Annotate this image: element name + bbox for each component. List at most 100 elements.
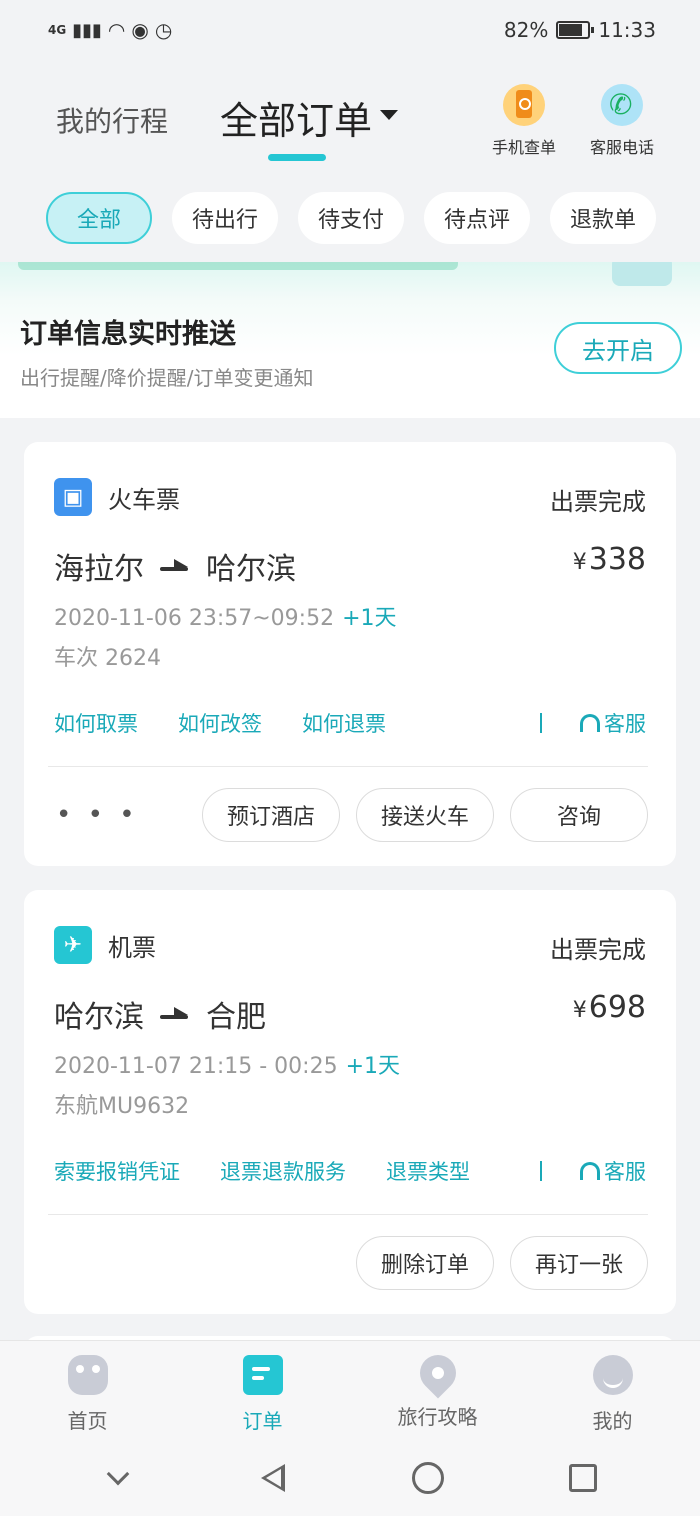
arrow-right-icon — [160, 559, 190, 573]
home-circle-icon — [411, 1462, 444, 1494]
recents-button[interactable] — [563, 1458, 603, 1498]
status-right: 82% 11:33 — [504, 18, 656, 42]
order-card-train[interactable]: ▣ 火车票 出票完成 海拉尔 哈尔滨 ¥338 2020-11-06 23:57… — [24, 442, 676, 866]
bottom-tab-bar: 首页 订单 旅行攻略 我的 — [0, 1340, 700, 1440]
order-icon — [242, 1355, 283, 1395]
recents-square-icon — [568, 1464, 597, 1492]
banner-decoration — [18, 262, 458, 270]
order-status: 出票完成 — [550, 936, 646, 964]
link-how-to-change[interactable]: 如何改签 — [178, 708, 262, 738]
consult-button[interactable]: 咨询 — [510, 788, 648, 842]
book-hotel-button[interactable]: 预订酒店 — [202, 788, 340, 842]
status-left: 4G ▮▮▮ ◠ ◉ ◷ — [48, 18, 172, 42]
currency-symbol: ¥ — [572, 998, 587, 1023]
order-price: ¥698 — [573, 990, 646, 1025]
train-icon: ▣ — [54, 478, 92, 516]
order-type: ▣ 火车票 — [54, 478, 180, 516]
eye-icon: ◉ — [131, 18, 149, 42]
home-button[interactable] — [408, 1458, 448, 1498]
phone-search-icon — [503, 84, 545, 126]
tab-travel-guide[interactable]: 旅行攻略 — [350, 1341, 525, 1440]
rebook-button[interactable]: 再订一张 — [510, 1236, 648, 1290]
order-help-links: 如何取票 如何改签 如何退票 客服 — [54, 708, 646, 738]
system-nav-bar — [0, 1440, 700, 1516]
route-to: 哈尔滨 — [206, 552, 296, 587]
status-bar: 4G ▮▮▮ ◠ ◉ ◷ 82% 11:33 — [0, 0, 700, 60]
filter-pending-travel[interactable]: 待出行 — [172, 192, 278, 244]
phone-order-lookup-button[interactable]: 手机查单 — [484, 84, 564, 158]
order-route: 海拉尔 哈尔滨 — [54, 544, 296, 588]
tab-my-trip[interactable]: 我的行程 — [56, 100, 168, 140]
price-value: 338 — [588, 542, 646, 577]
order-help-links: 索要报销凭证 退票退款服务 退票类型 客服 — [54, 1156, 646, 1186]
profile-icon — [592, 1355, 633, 1395]
battery-icon — [556, 21, 595, 39]
order-actions: 预订酒店 接送火车 咨询 — [202, 788, 648, 842]
service-phone-button[interactable]: 客服电话 — [582, 84, 662, 158]
headset-icon — [580, 1162, 600, 1180]
link-refund-type[interactable]: 退票类型 — [386, 1156, 470, 1186]
divider — [540, 1161, 542, 1181]
alarm-icon: ◷ — [154, 18, 173, 42]
order-type: ✈ 机票 — [54, 926, 156, 964]
banner-illustration — [612, 262, 672, 286]
divider — [48, 766, 648, 767]
wifi-icon: ◠ — [107, 18, 126, 42]
tab-orders[interactable]: 订单 — [175, 1341, 350, 1440]
link-how-to-collect[interactable]: 如何取票 — [54, 708, 138, 738]
link-how-to-refund[interactable]: 如何退票 — [302, 708, 386, 738]
signal-icon: ▮▮▮ — [72, 19, 102, 41]
battery-percent: 82% — [503, 18, 549, 42]
route-from: 海拉尔 — [54, 552, 144, 587]
home-icon — [67, 1355, 108, 1395]
phone-order-lookup-label: 手机查单 — [491, 138, 556, 157]
filter-pending-payment[interactable]: 待支付 — [298, 192, 404, 244]
tab-all-orders[interactable]: 全部订单 — [220, 90, 372, 145]
back-triangle-icon — [260, 1464, 285, 1492]
delete-order-button[interactable]: 删除订单 — [356, 1236, 494, 1290]
order-time: 2020-11-07 21:15 - 00:25 +1天 — [54, 1048, 400, 1080]
filter-pending-review[interactable]: 待点评 — [424, 192, 530, 244]
notify-subtitle: 出行提醒/降价提醒/订单变更通知 — [20, 366, 314, 390]
network-label: 4G — [48, 23, 67, 37]
link-refund-service[interactable]: 退票退款服务 — [220, 1156, 346, 1186]
train-number: 车次 2624 — [54, 646, 161, 671]
link-request-receipt[interactable]: 索要报销凭证 — [54, 1156, 180, 1186]
customer-service-label: 客服 — [604, 712, 646, 736]
tab-orders-label: 订单 — [242, 1409, 283, 1433]
arrow-right-icon — [160, 1007, 190, 1021]
tab-travel-guide-label: 旅行攻略 — [397, 1405, 478, 1429]
service-phone-label: 客服电话 — [589, 138, 654, 157]
notify-title: 订单信息实时推送 — [20, 319, 236, 350]
back-button[interactable] — [253, 1458, 293, 1498]
tab-home[interactable]: 首页 — [0, 1341, 175, 1440]
order-card-flight[interactable]: ✈ 机票 出票完成 哈尔滨 合肥 ¥698 2020-11-07 21:15 -… — [24, 890, 676, 1314]
enable-push-button[interactable]: 去开启 — [554, 322, 682, 374]
train-transfer-button[interactable]: 接送火车 — [356, 788, 494, 842]
route-from: 哈尔滨 — [54, 1000, 144, 1035]
time-range: 2020-11-06 23:57~09:52 — [54, 606, 335, 631]
divider — [540, 713, 542, 733]
battery-fill — [559, 24, 583, 36]
airplane-icon: ✈ — [54, 926, 92, 964]
filter-all[interactable]: 全部 — [46, 192, 152, 244]
push-notification-banner: 订单信息实时推送 出行提醒/降价提醒/订单变更通知 去开启 — [0, 262, 700, 418]
order-route: 哈尔滨 合肥 — [54, 992, 266, 1036]
currency-symbol: ¥ — [572, 550, 587, 575]
filter-refund[interactable]: 退款单 — [550, 192, 656, 244]
chevron-down-icon — [106, 1462, 129, 1486]
location-icon — [412, 1347, 463, 1399]
service-phone-icon — [601, 84, 643, 126]
more-options-icon[interactable]: • • • — [56, 800, 139, 830]
customer-service-link[interactable]: 客服 — [580, 708, 646, 738]
order-time: 2020-11-06 23:57~09:52 +1天 — [54, 600, 397, 632]
header: 我的行程 全部订单 手机查单 客服电话 — [0, 70, 700, 180]
caret-down-icon[interactable] — [380, 110, 398, 120]
tab-profile[interactable]: 我的 — [525, 1341, 700, 1440]
order-type-label: 机票 — [108, 933, 156, 962]
customer-service-link[interactable]: 客服 — [580, 1156, 646, 1186]
headset-icon — [580, 714, 600, 732]
divider — [48, 1214, 648, 1215]
order-type-label: 火车票 — [108, 485, 180, 514]
hide-keyboard-button[interactable] — [98, 1458, 138, 1498]
